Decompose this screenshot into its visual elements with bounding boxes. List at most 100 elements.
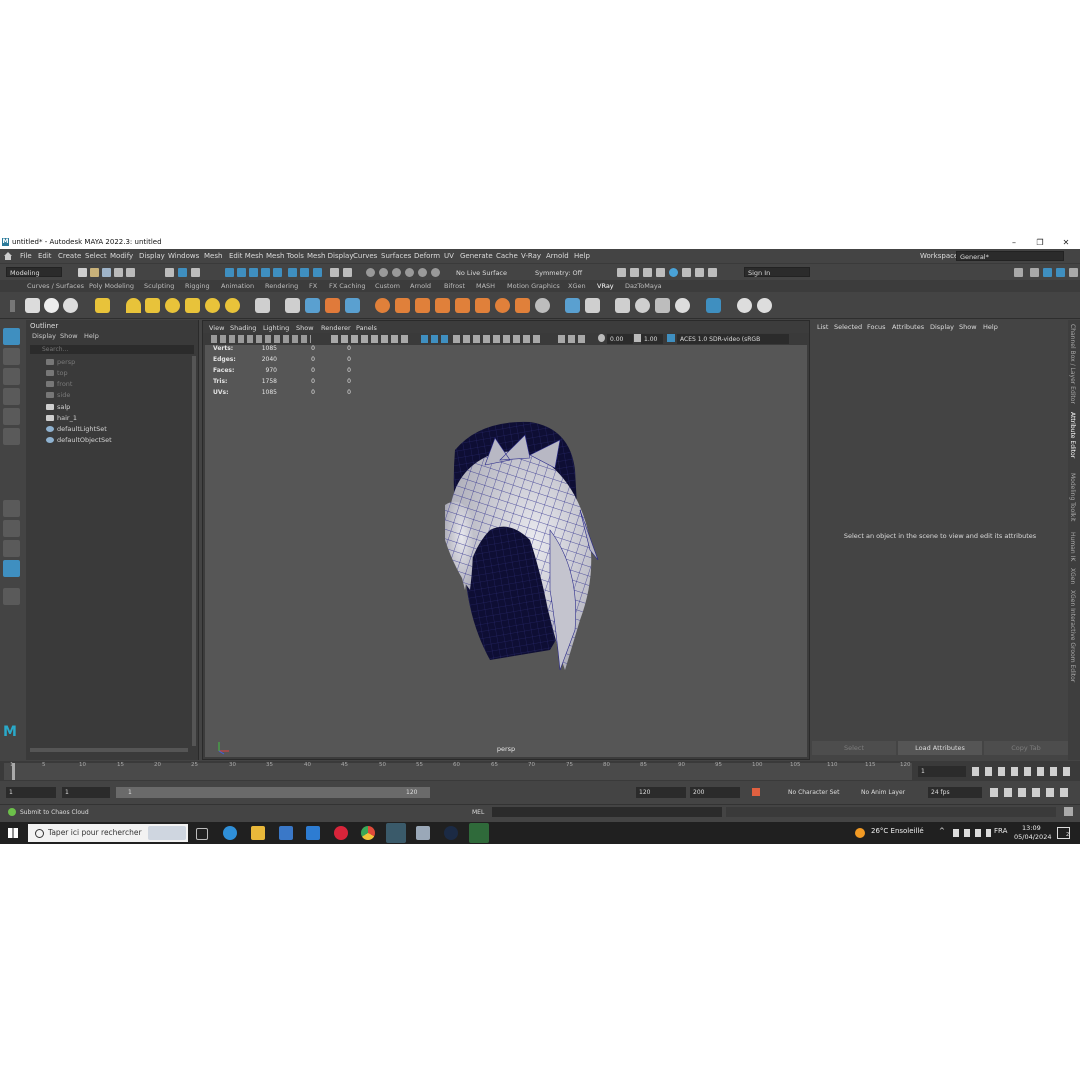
vray-swatch-icon[interactable] xyxy=(585,298,600,313)
outliner-item-hair[interactable]: hair_1 xyxy=(46,414,77,422)
attr-menu-list[interactable]: List xyxy=(817,323,828,331)
shelf-tab-daztomaya[interactable]: DazToMaya xyxy=(625,282,662,290)
character-set-select[interactable]: No Character Set xyxy=(788,789,839,796)
tab-attribute-editor[interactable]: Attribute Editor xyxy=(1069,412,1076,458)
shelf-tab-animation[interactable]: Animation xyxy=(221,282,254,290)
outliner-item-persp[interactable]: persp xyxy=(46,358,75,366)
menu-windows[interactable]: Windows xyxy=(168,252,199,260)
shelf-tab-motion-graphics[interactable]: Motion Graphics xyxy=(507,282,560,290)
outliner-item-defaultlightset[interactable]: defaultLightSet xyxy=(46,425,107,433)
select-edge-icon[interactable] xyxy=(237,268,246,277)
vray-decal-icon[interactable] xyxy=(435,298,450,313)
playback-start-field[interactable]: 1 xyxy=(62,787,110,798)
viewport-3d[interactable]: Verts: 1085 0 0 Edges: 2040 0 0 Faces: 9… xyxy=(205,345,807,757)
menu-curves[interactable]: Curves xyxy=(353,252,377,260)
vray-light-spot-icon[interactable] xyxy=(145,298,160,313)
viewport-menu-lighting[interactable]: Lighting xyxy=(263,324,289,332)
shelf-tab-xgen[interactable]: XGen xyxy=(568,282,586,290)
select-surface-icon[interactable] xyxy=(300,268,309,277)
vray-light-ies-icon[interactable] xyxy=(205,298,220,313)
redo-icon[interactable] xyxy=(126,268,135,277)
mail-icon[interactable] xyxy=(306,826,320,840)
menu-mesh[interactable]: Mesh xyxy=(204,252,222,260)
current-frame-field[interactable]: 1 xyxy=(918,766,966,777)
move-tool-icon[interactable] xyxy=(3,388,20,405)
render-frame-icon[interactable] xyxy=(630,268,639,277)
menu-uv[interactable]: UV xyxy=(444,252,454,260)
shelf-tab-custom[interactable]: Custom xyxy=(375,282,400,290)
vray-taskbar-icon[interactable] xyxy=(469,823,489,843)
clock-date[interactable]: 05/04/2024 xyxy=(1014,833,1051,841)
select-tool-icon[interactable] xyxy=(3,328,20,345)
viewport-menu-show[interactable]: Show xyxy=(296,324,314,332)
select-uv-icon[interactable] xyxy=(261,268,270,277)
outliner-search-input[interactable]: Search... xyxy=(30,345,194,354)
vray-material-shelf-icon[interactable] xyxy=(95,298,110,313)
vray-proxy-icon[interactable] xyxy=(285,298,300,313)
tab-xgen[interactable]: XGen xyxy=(1069,568,1076,584)
menu-edit-mesh[interactable]: Edit Mesh xyxy=(229,252,263,260)
layout-icon[interactable] xyxy=(3,560,20,577)
playback-end-field[interactable]: 120 xyxy=(636,787,686,798)
outliner-item-defaultobjectset[interactable]: defaultObjectSet xyxy=(46,436,112,444)
vray-clipper-icon[interactable] xyxy=(395,298,410,313)
shelf-menu-icon[interactable] xyxy=(10,300,15,312)
steam-icon[interactable] xyxy=(444,826,458,840)
shelf-tab-curves-surfaces[interactable]: Curves / Surfaces xyxy=(27,282,84,290)
vray-settings-icon[interactable] xyxy=(535,298,550,313)
file-explorer-icon[interactable] xyxy=(251,826,265,840)
outliner-item-front[interactable]: front xyxy=(46,380,72,388)
opera-icon[interactable] xyxy=(334,826,348,840)
outliner-item-salp[interactable]: salp xyxy=(46,403,70,411)
vray-enmesh-icon[interactable] xyxy=(475,298,490,313)
select-mask-icon[interactable] xyxy=(288,268,297,277)
menu-mesh-display[interactable]: Mesh Display xyxy=(307,252,353,260)
toggle-modeling-toolkit-icon[interactable] xyxy=(1069,268,1078,277)
task-view-icon[interactable] xyxy=(196,828,208,840)
new-scene-icon[interactable] xyxy=(78,268,87,277)
select-component-icon[interactable] xyxy=(191,268,200,277)
snap-grid-icon[interactable] xyxy=(366,268,375,277)
close-icon[interactable]: ✕ xyxy=(1054,236,1078,249)
vray-grass-icon[interactable] xyxy=(415,298,430,313)
ms-store-icon[interactable] xyxy=(279,826,293,840)
shelf-tab-fx-caching[interactable]: FX Caching xyxy=(329,282,366,290)
highlight-selection-icon[interactable] xyxy=(343,268,352,277)
viewport-effects-icon[interactable] xyxy=(453,335,543,343)
vray-light-dome-icon[interactable] xyxy=(185,298,200,313)
viewport-menu-renderer[interactable]: Renderer xyxy=(321,324,351,332)
vray-cosmos-icon[interactable] xyxy=(565,298,580,313)
menu-arnold[interactable]: Arnold xyxy=(546,252,569,260)
viewport-menu-panels[interactable]: Panels xyxy=(356,324,377,332)
vray-vfb-shelf-icon[interactable] xyxy=(63,298,78,313)
vray-light-rect-icon[interactable] xyxy=(126,298,141,313)
select-vertex-icon[interactable] xyxy=(225,268,234,277)
vray-render-shelf-icon[interactable] xyxy=(25,298,40,313)
attr-menu-focus[interactable]: Focus xyxy=(867,323,886,331)
toggle-panel-icon[interactable] xyxy=(1014,268,1023,277)
input-language[interactable]: FRA xyxy=(994,827,1007,835)
search-tool-icon[interactable] xyxy=(3,588,20,605)
select-object-icon[interactable] xyxy=(178,268,187,277)
outliner-scrollbar[interactable] xyxy=(192,356,196,746)
wireframe-on-shaded-icon[interactable] xyxy=(421,335,451,343)
snap-point-icon[interactable] xyxy=(392,268,401,277)
shelf-tab-fx[interactable]: FX xyxy=(309,282,317,290)
undo-icon[interactable] xyxy=(114,268,123,277)
vray-vrscene-icon[interactable] xyxy=(345,298,360,313)
load-attributes-button[interactable]: Load Attributes xyxy=(898,741,982,755)
outliner-menu-help[interactable]: Help xyxy=(84,332,99,340)
script-language-toggle[interactable]: MEL xyxy=(472,809,484,816)
vray-proxy-export-icon[interactable] xyxy=(305,298,320,313)
end-time-field[interactable]: 200 xyxy=(690,787,740,798)
select-face-icon[interactable] xyxy=(249,268,258,277)
clock-time[interactable]: 13:09 xyxy=(1022,824,1041,832)
scale-tool-icon[interactable] xyxy=(3,428,20,445)
command-input[interactable] xyxy=(492,807,722,817)
attr-menu-attributes[interactable]: Attributes xyxy=(892,323,924,331)
color-management-icon[interactable] xyxy=(667,334,675,342)
toggle-tool-settings-icon[interactable] xyxy=(1056,268,1065,277)
ipr-render-icon[interactable] xyxy=(643,268,652,277)
select-hierarchy-icon[interactable] xyxy=(165,268,174,277)
vray-light-sphere-icon[interactable] xyxy=(165,298,180,313)
